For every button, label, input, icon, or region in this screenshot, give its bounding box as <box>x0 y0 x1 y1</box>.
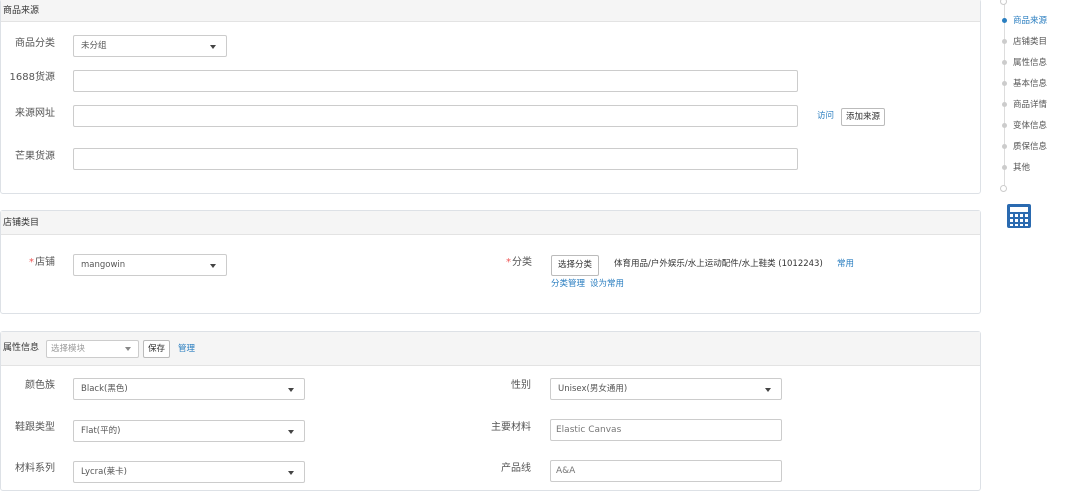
url-label: 来源网址 <box>15 108 55 119</box>
chevron-down-icon <box>288 388 294 392</box>
nav-dot-icon <box>1002 144 1007 149</box>
line-label: 产品线 <box>501 463 531 474</box>
nav-item[interactable]: 商品详情 <box>1001 98 1047 112</box>
nav-item-label: 质保信息 <box>1013 142 1048 152</box>
nav-start-cap <box>1000 0 1007 5</box>
category-path: 体育用品/户外娱乐/水上运动配件/水上鞋类 (1012243) <box>614 259 823 269</box>
attrs-panel: 属性信息 选择模块 保存 管理 颜色族 Black(黑色) 性别 Unisex(… <box>0 331 981 491</box>
nav-dot-icon <box>1002 165 1007 170</box>
nav-dot-icon <box>1002 81 1007 86</box>
category-label: 商品分类 <box>15 38 55 49</box>
nav-dot-icon <box>1002 102 1007 107</box>
heel-select-value: Flat(平的) <box>81 426 121 436</box>
nav-item-label: 基本信息 <box>1013 79 1048 89</box>
nav-item[interactable]: 属性信息 <box>1001 56 1047 70</box>
chevron-down-icon <box>210 264 216 268</box>
store-select[interactable]: mangowin <box>73 254 227 276</box>
src1688-input[interactable] <box>73 70 798 92</box>
attrs-panel-title: 属性信息 <box>3 343 40 353</box>
heel-label: 鞋跟类型 <box>15 422 55 433</box>
select-category-button[interactable]: 选择分类 <box>551 255 600 276</box>
category-select-value: 未分组 <box>81 41 107 51</box>
nav-item[interactable]: 变体信息 <box>1001 119 1047 133</box>
category-manage-link[interactable]: 分类管理 <box>551 277 585 291</box>
attrs-manage-link[interactable]: 管理 <box>178 342 195 356</box>
chevron-down-icon <box>765 388 771 392</box>
material-label: 主要材料 <box>491 422 531 433</box>
url-input[interactable] <box>73 105 798 127</box>
nav-dot-icon <box>1002 123 1007 128</box>
chevron-down-icon <box>288 471 294 475</box>
nav-end-cap <box>1000 185 1007 192</box>
series-select[interactable]: Lycra(莱卡) <box>73 461 305 483</box>
source-panel: 商品来源 商品分类 未分组 1688货源 来源网址 访问 添加来源 芒果货源 <box>0 0 981 194</box>
attrs-panel-header: 属性信息 选择模块 保存 管理 <box>1 332 980 366</box>
nav-item[interactable]: 其他 <box>1001 161 1030 175</box>
calculator-icon[interactable] <box>1006 203 1032 229</box>
nav-item[interactable]: 质保信息 <box>1001 140 1047 154</box>
add-source-button[interactable]: 添加来源 <box>841 108 886 126</box>
chevron-down-icon <box>125 347 131 351</box>
mango-input[interactable] <box>73 148 798 170</box>
save-button[interactable]: 保存 <box>143 340 171 358</box>
nav-item[interactable]: 店铺类目 <box>1001 35 1047 49</box>
category-select[interactable]: 未分组 <box>73 35 227 57</box>
store-label: *店铺 <box>29 257 55 268</box>
nav-item-label: 商品详情 <box>1013 100 1048 110</box>
color-select-value: Black(黑色) <box>81 384 128 394</box>
nav-item-label: 变体信息 <box>1013 121 1048 131</box>
src1688-label: 1688货源 <box>9 72 55 83</box>
nav-dot-icon <box>1002 39 1007 44</box>
visit-link[interactable]: 访问 <box>817 109 834 123</box>
nav-item[interactable]: 基本信息 <box>1001 77 1047 91</box>
color-label: 颜色族 <box>25 380 55 391</box>
heel-select[interactable]: Flat(平的) <box>73 420 305 442</box>
category-required-label: *分类 <box>506 257 532 268</box>
store-panel-title: 店铺类目 <box>1 211 980 235</box>
nav-item-label: 属性信息 <box>1013 58 1048 68</box>
series-label: 材料系列 <box>15 463 55 474</box>
store-panel: 店铺类目 *店铺 mangowin *分类 选择分类 体育用品/户外娱乐/水上运… <box>0 210 981 314</box>
nav-item-label: 商品来源 <box>1013 16 1048 26</box>
gender-select-value: Unisex(男女通用) <box>558 384 628 394</box>
nav-item[interactable]: 商品来源 <box>1001 14 1047 28</box>
mango-label: 芒果货源 <box>15 151 55 162</box>
nav-item-label: 其他 <box>1013 163 1031 173</box>
chevron-down-icon <box>288 430 294 434</box>
nav-dot-icon <box>1002 60 1007 65</box>
gender-select[interactable]: Unisex(男女通用) <box>550 378 782 400</box>
nav-item-label: 店铺类目 <box>1013 37 1048 47</box>
common-link[interactable]: 常用 <box>837 257 854 271</box>
source-panel-title: 商品来源 <box>1 0 980 22</box>
set-common-link[interactable]: 设为常用 <box>590 277 624 291</box>
section-nav: 商品来源店铺类目属性信息基本信息商品详情变体信息质保信息其他 <box>1000 0 1079 228</box>
color-select[interactable]: Black(黑色) <box>73 378 305 400</box>
module-select[interactable]: 选择模块 <box>46 340 139 358</box>
series-select-value: Lycra(莱卡) <box>81 467 127 477</box>
gender-label: 性别 <box>511 380 531 391</box>
nav-dot-icon <box>1002 18 1007 23</box>
module-select-placeholder: 选择模块 <box>51 344 86 354</box>
store-select-value: mangowin <box>81 260 126 270</box>
chevron-down-icon <box>210 45 216 49</box>
material-input[interactable]: Elastic Canvas <box>550 419 782 441</box>
